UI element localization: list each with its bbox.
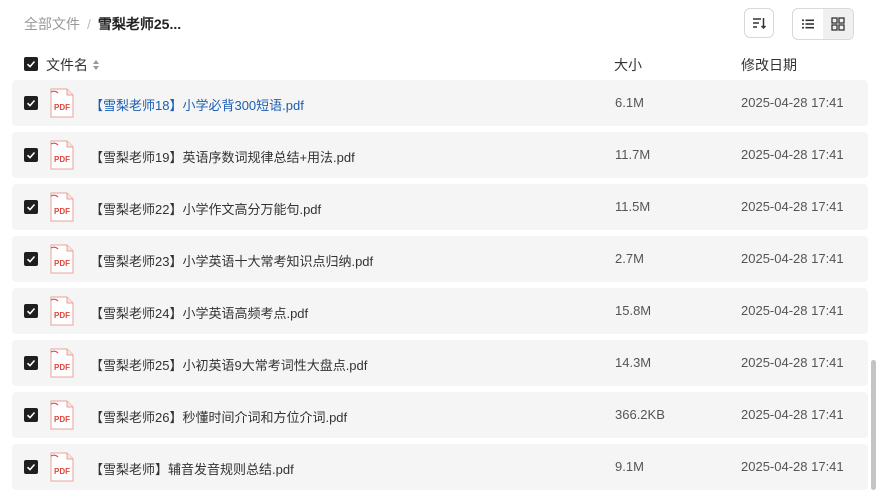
svg-text:PDF: PDF bbox=[54, 311, 70, 320]
row-checkbox[interactable] bbox=[24, 304, 38, 318]
file-row[interactable]: PDF 【雪梨老师23】小学英语十大常考知识点归纳.pdf 2.7M 2025-… bbox=[12, 236, 868, 282]
checkmark-icon bbox=[26, 411, 36, 419]
file-size: 15.8M bbox=[615, 303, 652, 318]
svg-text:PDF: PDF bbox=[54, 103, 70, 112]
file-size: 6.1M bbox=[615, 95, 644, 110]
checkmark-icon bbox=[26, 203, 36, 211]
checkmark-icon bbox=[26, 307, 36, 315]
svg-text:PDF: PDF bbox=[54, 363, 70, 372]
file-size: 366.2KB bbox=[615, 407, 665, 422]
file-name[interactable]: 【雪梨老师19】英语序数词规律总结+用法.pdf bbox=[90, 147, 355, 166]
file-modified-date: 2025-04-28 17:41 bbox=[741, 147, 844, 162]
sort-toggle-icon bbox=[93, 60, 99, 70]
pdf-file-icon: PDF bbox=[49, 88, 75, 121]
select-all-checkbox[interactable] bbox=[24, 57, 38, 71]
breadcrumb-separator: / bbox=[87, 16, 91, 32]
file-modified-date: 2025-04-28 17:41 bbox=[741, 251, 844, 266]
file-modified-date: 2025-04-28 17:41 bbox=[741, 407, 844, 422]
svg-text:PDF: PDF bbox=[54, 207, 70, 216]
list-view-button[interactable] bbox=[793, 9, 823, 39]
file-size: 2.7M bbox=[615, 251, 644, 266]
file-row[interactable]: PDF 【雪梨老师25】小初英语9大常考词性大盘点.pdf 14.3M 2025… bbox=[12, 340, 868, 386]
file-name[interactable]: 【雪梨老师23】小学英语十大常考知识点归纳.pdf bbox=[90, 251, 373, 270]
row-checkbox[interactable] bbox=[24, 200, 38, 214]
svg-text:PDF: PDF bbox=[54, 467, 70, 476]
checkmark-icon bbox=[26, 359, 36, 367]
row-checkbox[interactable] bbox=[24, 148, 38, 162]
grid-view-icon bbox=[831, 17, 845, 31]
sort-icon bbox=[753, 18, 767, 30]
row-checkbox[interactable] bbox=[24, 460, 38, 474]
checkmark-icon bbox=[26, 255, 36, 263]
file-name[interactable]: 【雪梨老师18】小学必背300短语.pdf bbox=[90, 95, 304, 114]
table-header: 文件名 大小 修改日期 bbox=[0, 48, 878, 80]
file-name[interactable]: 【雪梨老师】辅音发音规则总结.pdf bbox=[90, 459, 294, 478]
file-size: 14.3M bbox=[615, 355, 652, 370]
file-modified-date: 2025-04-28 17:41 bbox=[741, 303, 844, 318]
row-checkbox[interactable] bbox=[24, 96, 38, 110]
file-row[interactable]: PDF 【雪梨老师18】小学必背300短语.pdf 6.1M 2025-04-2… bbox=[12, 80, 868, 126]
name-column-label: 文件名 bbox=[46, 57, 88, 73]
file-modified-date: 2025-04-28 17:41 bbox=[741, 355, 844, 370]
file-row[interactable]: PDF 【雪梨老师22】小学作文高分万能句.pdf 11.5M 2025-04-… bbox=[12, 184, 868, 230]
date-column-header[interactable]: 修改日期 bbox=[741, 55, 797, 75]
file-name[interactable]: 【雪梨老师24】小学英语高频考点.pdf bbox=[90, 303, 308, 322]
checkmark-icon bbox=[26, 463, 36, 471]
file-list: PDF 【雪梨老师18】小学必背300短语.pdf 6.1M 2025-04-2… bbox=[12, 80, 868, 496]
file-row[interactable]: PDF 【雪梨老师24】小学英语高频考点.pdf 15.8M 2025-04-2… bbox=[12, 288, 868, 334]
pdf-file-icon: PDF bbox=[49, 140, 75, 173]
file-size: 11.7M bbox=[615, 147, 651, 162]
file-name[interactable]: 【雪梨老师26】秒懂时间介词和方位介词.pdf bbox=[90, 407, 347, 426]
grid-view-button[interactable] bbox=[823, 9, 853, 39]
row-checkbox[interactable] bbox=[24, 408, 38, 422]
pdf-file-icon: PDF bbox=[49, 244, 75, 277]
checkmark-icon bbox=[26, 99, 36, 107]
sort-button[interactable] bbox=[744, 8, 774, 38]
file-row[interactable]: PDF 【雪梨老师26】秒懂时间介词和方位介词.pdf 366.2KB 2025… bbox=[12, 392, 868, 438]
pdf-file-icon: PDF bbox=[49, 192, 75, 225]
file-modified-date: 2025-04-28 17:41 bbox=[741, 459, 844, 474]
pdf-file-icon: PDF bbox=[49, 296, 75, 329]
svg-text:PDF: PDF bbox=[54, 155, 70, 164]
svg-text:PDF: PDF bbox=[54, 259, 70, 268]
breadcrumb: 全部文件 / 雪梨老师25... bbox=[24, 14, 181, 34]
svg-text:PDF: PDF bbox=[54, 415, 70, 424]
checkmark-icon bbox=[26, 151, 36, 159]
list-view-icon bbox=[802, 19, 814, 29]
pdf-file-icon: PDF bbox=[49, 452, 75, 485]
checkmark-icon bbox=[26, 60, 36, 68]
scrollbar-thumb[interactable] bbox=[871, 360, 876, 490]
top-bar: 全部文件 / 雪梨老师25... bbox=[0, 0, 878, 48]
row-checkbox[interactable] bbox=[24, 252, 38, 266]
file-name[interactable]: 【雪梨老师22】小学作文高分万能句.pdf bbox=[90, 199, 321, 218]
file-size: 11.5M bbox=[615, 199, 651, 214]
pdf-file-icon: PDF bbox=[49, 400, 75, 433]
view-toggle bbox=[792, 8, 854, 40]
file-row[interactable]: PDF 【雪梨老师19】英语序数词规律总结+用法.pdf 11.7M 2025-… bbox=[12, 132, 868, 178]
breadcrumb-current-folder: 雪梨老师25... bbox=[97, 16, 182, 32]
file-size: 9.1M bbox=[615, 459, 644, 474]
name-column-header[interactable]: 文件名 bbox=[46, 55, 101, 75]
breadcrumb-root-link[interactable]: 全部文件 bbox=[24, 14, 80, 34]
file-row[interactable]: PDF 【雪梨老师】辅音发音规则总结.pdf 9.1M 2025-04-28 1… bbox=[12, 444, 868, 490]
row-checkbox[interactable] bbox=[24, 356, 38, 370]
file-name[interactable]: 【雪梨老师25】小初英语9大常考词性大盘点.pdf bbox=[90, 355, 367, 374]
file-modified-date: 2025-04-28 17:41 bbox=[741, 95, 844, 110]
file-modified-date: 2025-04-28 17:41 bbox=[741, 199, 844, 214]
pdf-file-icon: PDF bbox=[49, 348, 75, 381]
size-column-header[interactable]: 大小 bbox=[614, 55, 642, 75]
